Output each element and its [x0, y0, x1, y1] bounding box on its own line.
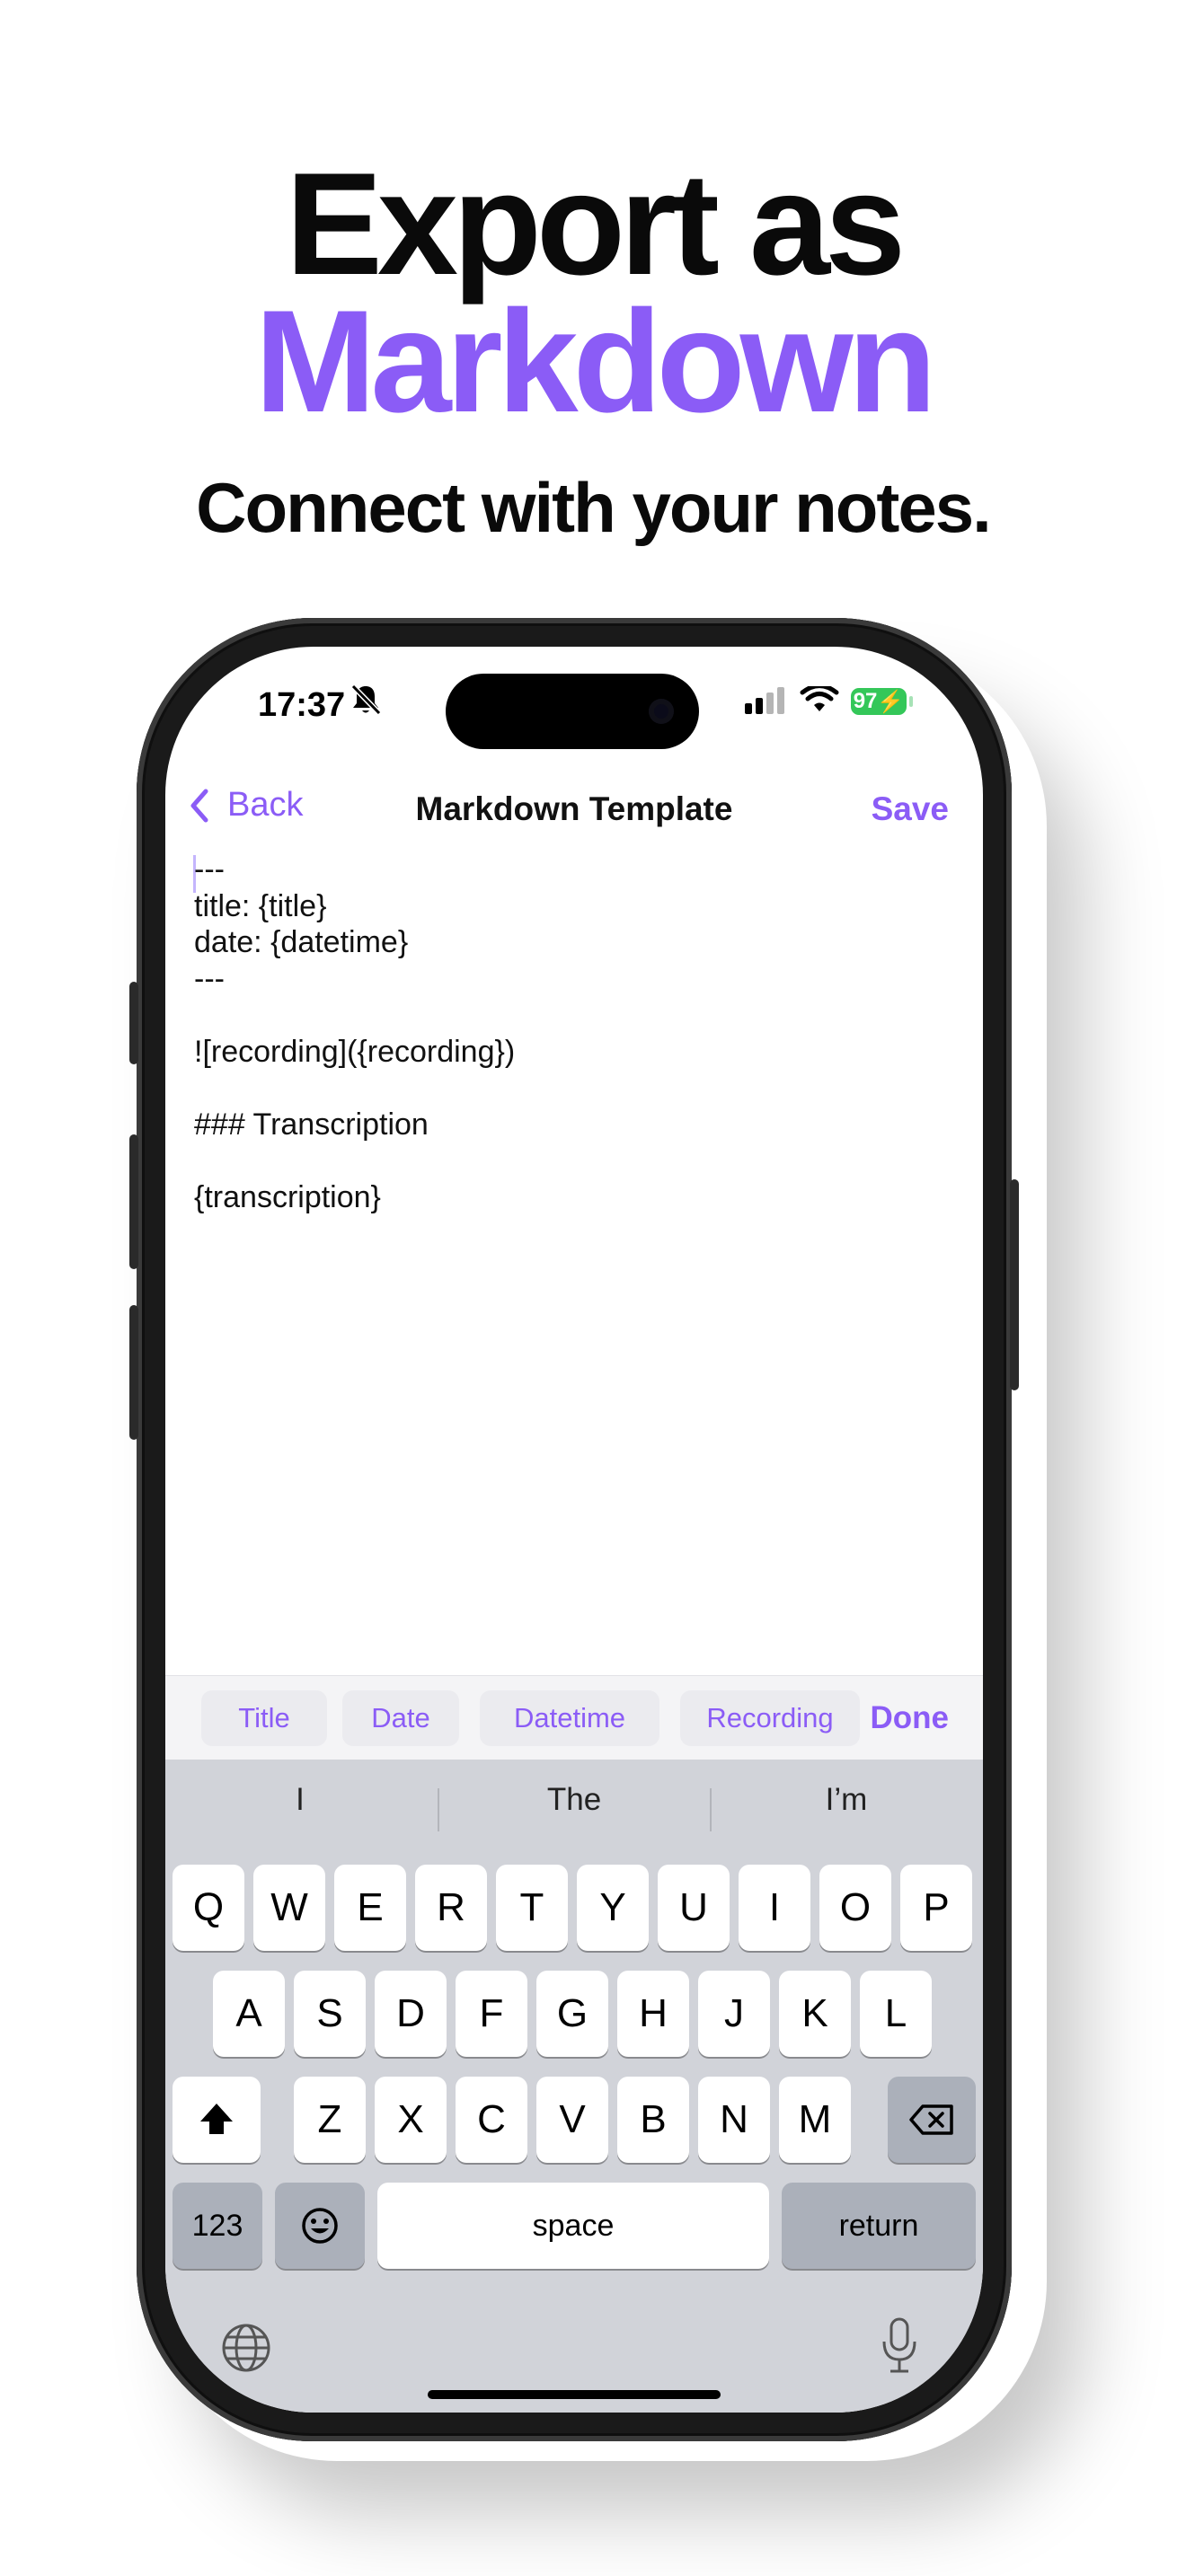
key-l[interactable]: L — [860, 1971, 932, 2057]
editor-line: ![recording]({recording}) — [194, 1034, 516, 1069]
shift-key[interactable] — [173, 2077, 261, 2163]
suggestion-2[interactable]: The — [439, 1782, 709, 1818]
camera-icon — [649, 699, 674, 724]
key-o[interactable]: O — [819, 1865, 891, 1951]
battery-tip — [909, 696, 913, 707]
key-r[interactable]: R — [415, 1865, 487, 1951]
phone-side-button — [129, 982, 138, 1064]
key-n[interactable]: N — [698, 2077, 770, 2163]
home-indicator[interactable] — [428, 2390, 721, 2399]
done-button[interactable]: Done — [871, 1700, 950, 1736]
suggestion-3[interactable]: I’m — [712, 1782, 981, 1818]
phone-screen: 17:37 97 ⚡ Back Markdown Template Save --… — [165, 647, 983, 2413]
editor-line: date: {datetime} — [194, 925, 409, 959]
key-b[interactable]: B — [617, 2077, 689, 2163]
return-key[interactable]: return — [782, 2183, 976, 2269]
template-text-editor[interactable]: --- title: {title} date: {datetime} --- … — [194, 851, 958, 1215]
editor-line: --- — [194, 852, 225, 887]
editor-line: {transcription} — [194, 1179, 381, 1214]
key-q[interactable]: Q — [173, 1865, 244, 1951]
battery-level: 97 — [853, 689, 878, 713]
shift-icon — [200, 2104, 233, 2134]
backspace-key[interactable] — [888, 2077, 976, 2163]
phone-side-button — [1010, 1179, 1019, 1390]
key-e[interactable]: E — [334, 1865, 406, 1951]
key-d[interactable]: D — [375, 1971, 447, 2057]
phone-side-button — [129, 1134, 138, 1269]
phone-side-button — [129, 1305, 138, 1440]
backspace-icon — [909, 2104, 953, 2135]
key-w[interactable]: W — [253, 1865, 325, 1951]
key-f[interactable]: F — [456, 1971, 527, 2057]
editor-line: --- — [194, 961, 225, 996]
headline-line2: Markdown — [254, 280, 936, 443]
token-toolbar: Title Date Datetime Recording Done — [165, 1675, 983, 1760]
navigation-bar: Back Markdown Template Save — [165, 763, 983, 853]
token-title-button[interactable]: Title — [201, 1690, 327, 1746]
key-z[interactable]: Z — [294, 2077, 366, 2163]
microphone-icon[interactable] — [880, 2316, 919, 2376]
keyboard: I The I’m Q W E R T Y U I O P A S D F G … — [165, 1760, 983, 2413]
key-u[interactable]: U — [658, 1865, 730, 1951]
token-recording-button[interactable]: Recording — [680, 1690, 860, 1746]
save-button[interactable]: Save — [872, 790, 949, 828]
token-date-button[interactable]: Date — [342, 1690, 459, 1746]
key-j[interactable]: J — [698, 1971, 770, 2057]
emoji-icon — [302, 2208, 338, 2244]
token-datetime-button[interactable]: Datetime — [480, 1690, 659, 1746]
key-k[interactable]: K — [779, 1971, 851, 2057]
battery-icon: 97 ⚡ — [851, 688, 907, 715]
editor-line: title: {title} — [194, 888, 327, 923]
key-g[interactable]: G — [536, 1971, 608, 2057]
suggestion-1[interactable]: I — [165, 1782, 435, 1818]
key-a[interactable]: A — [213, 1971, 285, 2057]
key-v[interactable]: V — [536, 2077, 608, 2163]
key-s[interactable]: S — [294, 1971, 366, 2057]
editor-line: ### Transcription — [194, 1107, 429, 1142]
space-key[interactable]: space — [377, 2183, 769, 2269]
globe-icon[interactable] — [219, 2321, 273, 2375]
key-c[interactable]: C — [456, 2077, 527, 2163]
key-t[interactable]: T — [496, 1865, 568, 1951]
key-p[interactable]: P — [900, 1865, 972, 1951]
cellular-signal-icon — [745, 687, 784, 714]
key-i[interactable]: I — [739, 1865, 810, 1951]
key-m[interactable]: M — [779, 2077, 851, 2163]
wifi-icon — [800, 686, 839, 711]
page-title: Markdown Template — [415, 790, 733, 827]
headline-line1: Export as — [285, 143, 906, 305]
status-time: 17:37 — [258, 686, 346, 724]
key-y[interactable]: Y — [577, 1865, 649, 1951]
numbers-key[interactable]: 123 — [173, 2183, 262, 2269]
headline-subtitle: Connect with your notes. — [196, 468, 992, 547]
key-x[interactable]: X — [375, 2077, 447, 2163]
dynamic-island — [446, 674, 699, 749]
key-h[interactable]: H — [617, 1971, 689, 2057]
emoji-key[interactable] — [275, 2183, 365, 2269]
bell-slash-icon — [350, 684, 382, 716]
